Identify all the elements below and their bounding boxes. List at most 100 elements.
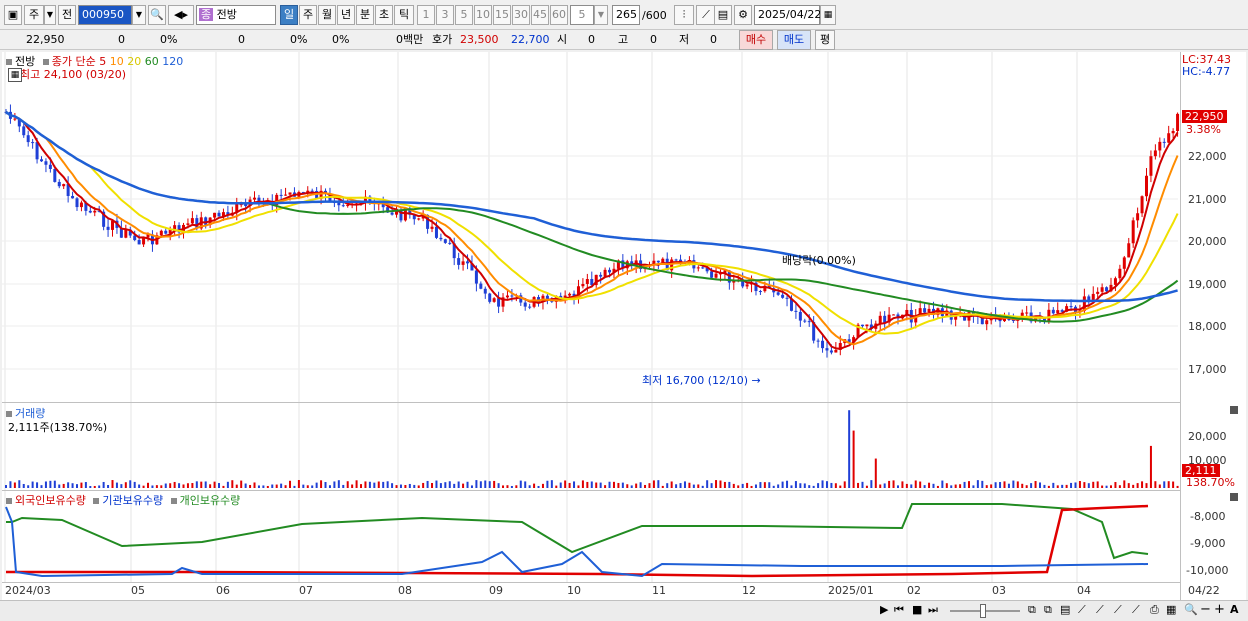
chart-area[interactable]: 전방 종가 단순 5 10 20 60 120 최고 24,100 (03/20…: [2, 52, 1246, 600]
period-week[interactable]: 주: [299, 5, 317, 25]
volume-bar: [173, 481, 176, 488]
pane-divider[interactable]: [2, 490, 1180, 491]
draw-tool-icon[interactable]: ⟋: [696, 5, 716, 25]
trend-tool-icon[interactable]: ⟋: [1096, 603, 1104, 617]
volume-bar: [178, 483, 181, 488]
zoom-in-button[interactable]: +: [1214, 602, 1225, 617]
tick-5[interactable]: 5: [455, 5, 473, 25]
gear-icon[interactable]: ⚙: [734, 5, 752, 25]
x-label: 05: [131, 584, 145, 597]
volume-bar: [1043, 484, 1046, 488]
volume-bar: [213, 481, 216, 488]
candle-body: [497, 298, 501, 307]
volume-bar: [413, 484, 416, 488]
volume-bar: [1056, 485, 1059, 488]
volume-bar: [595, 482, 598, 488]
pane-divider[interactable]: [2, 402, 1180, 403]
period-second[interactable]: 초: [375, 5, 393, 25]
period-minute[interactable]: 분: [356, 5, 374, 25]
prev-button[interactable]: 전: [58, 5, 76, 25]
candle-body: [829, 350, 833, 353]
x-label: 04: [1077, 584, 1091, 597]
buy-button[interactable]: 매수: [739, 30, 773, 50]
volume-bar: [49, 480, 52, 488]
bid-price: 22,700: [511, 33, 550, 46]
period-day[interactable]: 일: [280, 5, 298, 25]
table-icon[interactable]: ▤: [1060, 603, 1070, 616]
window-icon[interactable]: ▣: [4, 5, 22, 25]
scroll-right-icon[interactable]: ▶: [880, 603, 888, 616]
date-input[interactable]: 2025/04/22: [754, 5, 821, 25]
volume-bar: [790, 485, 793, 488]
volume-bar: [40, 485, 43, 488]
custom-tick-input[interactable]: 5: [570, 5, 594, 25]
line-tool-icon[interactable]: ⟋: [1078, 603, 1086, 617]
custom-tick-dropdown-icon[interactable]: ▼: [594, 5, 608, 25]
candle-body: [807, 321, 811, 323]
zoom-slider-thumb[interactable]: [980, 604, 986, 618]
print-icon[interactable]: ⎙: [1150, 603, 1159, 617]
x-label: 03: [992, 584, 1006, 597]
volume-bar: [133, 481, 136, 488]
calendar-icon[interactable]: ▦: [820, 5, 836, 25]
auto-scale-button[interactable]: A: [1230, 603, 1239, 616]
channel-tool-icon[interactable]: ⟋: [1132, 603, 1140, 617]
pane-close-icon[interactable]: [1230, 493, 1238, 501]
zoom-out-button[interactable]: −: [1200, 602, 1211, 617]
volume-bar: [399, 484, 402, 488]
search-icon[interactable]: 🔍: [1184, 603, 1198, 616]
code-dropdown-icon[interactable]: ▼: [132, 5, 146, 25]
grid-toggle-icon[interactable]: ▦: [8, 68, 22, 82]
market-dropdown-icon[interactable]: ▼: [44, 5, 56, 25]
candle-body: [488, 293, 492, 302]
tick-30[interactable]: 30: [512, 5, 530, 25]
pane-close-icon[interactable]: [1230, 406, 1238, 414]
search-icon[interactable]: 🔍: [148, 5, 166, 25]
volume-bar: [280, 483, 283, 488]
stock-code-input[interactable]: 000950: [78, 5, 132, 25]
institution-legend: 기관보유수량: [102, 494, 164, 507]
candle-body: [79, 202, 83, 208]
volume-bar: [936, 485, 939, 488]
volume-bar: [253, 482, 256, 488]
candle-body: [390, 212, 394, 215]
count-input[interactable]: 265: [612, 5, 640, 25]
image-icon[interactable]: ▦: [1166, 603, 1176, 616]
candle-body: [1167, 133, 1171, 143]
volume-bar: [630, 485, 633, 488]
period-year[interactable]: 년: [337, 5, 355, 25]
y-tick: 22,000: [1188, 150, 1227, 163]
volume-bar: [111, 480, 114, 488]
tick-60[interactable]: 60: [550, 5, 568, 25]
period-month[interactable]: 월: [318, 5, 336, 25]
volume-bar: [209, 484, 212, 488]
save-icon[interactable]: ▤: [714, 5, 732, 25]
tick-10[interactable]: 10: [474, 5, 492, 25]
x-label: 06: [216, 584, 230, 597]
volume-bar: [373, 482, 376, 488]
volume-bar: [67, 482, 70, 488]
sell-button[interactable]: 매도: [777, 30, 811, 50]
period-tick[interactable]: 틱: [394, 5, 414, 25]
candle-type-icon[interactable]: ⫶: [674, 5, 694, 25]
volume-bar: [777, 484, 780, 488]
layout-icon[interactable]: ⧉: [1028, 603, 1036, 617]
fast-forward-icon[interactable]: ⏭: [928, 603, 938, 617]
volume-bar: [182, 484, 185, 488]
tick-3[interactable]: 3: [436, 5, 454, 25]
candle-body: [825, 348, 829, 351]
tick-15[interactable]: 15: [493, 5, 511, 25]
evaluate-button[interactable]: 평: [815, 30, 835, 50]
volume-bar: [786, 480, 789, 488]
volume-bar: [404, 484, 407, 488]
copy-icon[interactable]: ⧉: [1044, 603, 1052, 617]
stop-icon[interactable]: ■: [912, 603, 922, 616]
chart-canvas[interactable]: [2, 52, 1246, 600]
sound-icon[interactable]: ◀▸: [168, 5, 194, 25]
rewind-icon[interactable]: ⏮: [894, 603, 904, 617]
market-select[interactable]: 주: [24, 5, 44, 25]
fib-tool-icon[interactable]: ⟋: [1114, 603, 1122, 617]
volume-bar: [976, 480, 979, 488]
tick-45[interactable]: 45: [531, 5, 549, 25]
tick-1[interactable]: 1: [417, 5, 435, 25]
